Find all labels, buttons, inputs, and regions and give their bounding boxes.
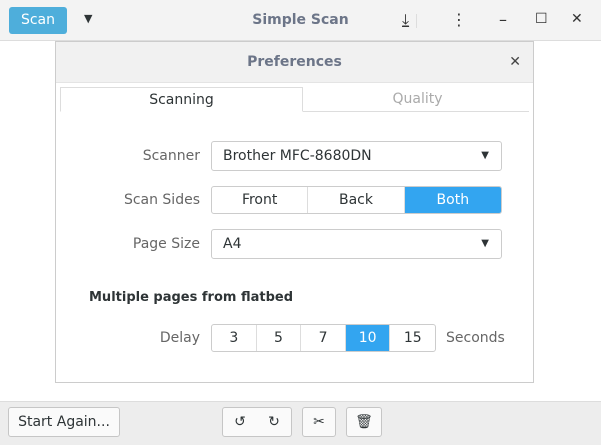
side-front[interactable]: Front <box>212 187 309 213</box>
delete-trash-icon[interactable]: 🗑 <box>346 407 382 437</box>
scan-sides-toggle: Front Back Both <box>211 186 502 214</box>
page-size-value: A4 <box>223 236 242 252</box>
page-size-label: Page Size <box>132 236 200 252</box>
delay-toggle: 3 5 7 10 15 <box>211 324 436 352</box>
flatbed-heading: Multiple pages from flatbed <box>89 290 294 305</box>
tab-scanning[interactable]: Scanning <box>60 87 303 112</box>
side-both[interactable]: Both <box>404 187 501 213</box>
maximize-icon[interactable]: ☐ <box>535 11 548 27</box>
scanner-label: Scanner <box>142 148 200 164</box>
delay-3[interactable]: 3 <box>212 325 257 351</box>
scanner-select[interactable]: Brother MFC-8680DN ▼ <box>211 141 502 171</box>
seconds-label: Seconds <box>446 330 505 346</box>
rotate-right-icon[interactable]: ↻ <box>268 408 280 436</box>
chevron-down-icon: ▼ <box>481 150 489 161</box>
menu-kebab-icon[interactable]: ⋮ <box>451 10 467 29</box>
start-again-button[interactable]: Start Again... <box>8 407 120 437</box>
delay-label: Delay <box>159 330 200 346</box>
delay-15[interactable]: 15 <box>390 325 435 351</box>
page-size-select[interactable]: A4 ▼ <box>211 229 502 259</box>
delay-10[interactable]: 10 <box>345 325 391 351</box>
delay-5[interactable]: 5 <box>257 325 302 351</box>
separator <box>416 14 417 28</box>
close-icon[interactable]: ✕ <box>571 11 583 27</box>
chevron-down-icon: ▼ <box>481 238 489 249</box>
tab-quality[interactable]: Quality <box>303 87 532 112</box>
window-title: Simple Scan <box>252 12 349 28</box>
rotate-left-icon[interactable]: ↺ <box>234 408 246 436</box>
preferences-dialog: Preferences ✕ Scanning Quality Scanner B… <box>55 41 534 383</box>
side-back[interactable]: Back <box>308 187 405 213</box>
dialog-header: Preferences ✕ <box>56 42 533 83</box>
rotate-group: ↺ ↻ <box>222 407 292 437</box>
scanner-value: Brother MFC-8680DN <box>223 148 372 164</box>
minimize-icon[interactable]: – <box>499 10 507 29</box>
dialog-title: Preferences <box>247 54 342 70</box>
scan-sides-label: Scan Sides <box>123 192 200 208</box>
delay-7[interactable]: 7 <box>301 325 346 351</box>
tab-bar: Scanning Quality <box>60 87 529 112</box>
crop-scissors-icon[interactable]: ✂ <box>302 407 336 437</box>
dialog-close-icon[interactable]: ✕ <box>509 42 521 82</box>
save-download-icon[interactable]: ⤓ <box>402 10 409 30</box>
header-bar: Scan ▼ Simple Scan ⤓ ⋮ – ☐ ✕ <box>0 0 601 41</box>
bottom-toolbar: Start Again... ↺ ↻ ✂ 🗑 <box>0 401 601 445</box>
